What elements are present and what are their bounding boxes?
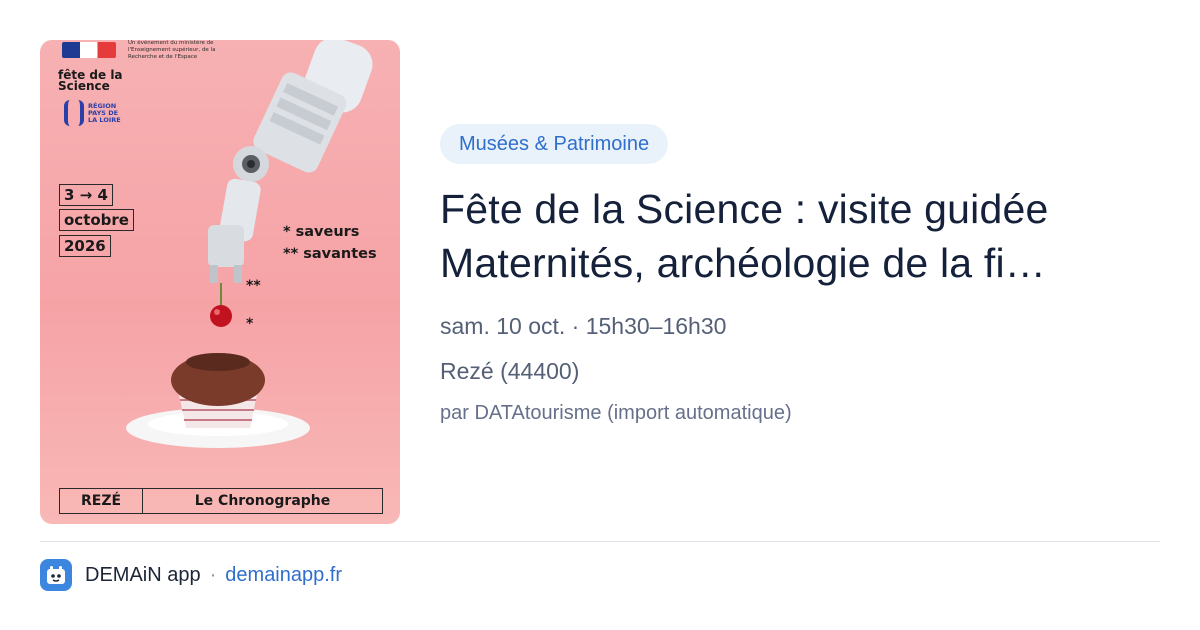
app-domain-link[interactable]: demainapp.fr <box>225 564 342 587</box>
footer-divider <box>40 541 1160 542</box>
event-poster-image: Un événement du ministère de l'Enseignem… <box>40 40 400 524</box>
footer-separator: · <box>209 563 217 586</box>
demain-app-icon <box>40 559 72 591</box>
poster-date-year: 2026 <box>59 235 111 257</box>
event-datetime: sam. 10 oct. · 15h30–16h30 <box>440 313 727 339</box>
poster-ministry-text: Un événement du ministère de l'Enseignem… <box>128 40 216 60</box>
app-name: DEMAiN app <box>85 563 201 586</box>
poster-tagline-line1: * saveurs <box>283 224 360 240</box>
event-preview-card[interactable]: Un événement du ministère de l'Enseignem… <box>0 0 1200 630</box>
poster-tagline-line2: ** savantes <box>283 246 377 262</box>
region-mark-icon <box>64 100 84 126</box>
card-footer: DEMAiN app · demainapp.fr <box>40 559 342 591</box>
region-text: RÉGION PAYS DE LA LOIRE <box>88 101 121 124</box>
poster-date-month: octobre <box>59 209 134 231</box>
poster-footer-place: REZÉ <box>60 489 143 513</box>
poster-footer-venue: Le Chronographe <box>194 493 331 509</box>
poster-asterisk-double: ** <box>246 278 261 294</box>
poster-footer: REZÉ Le Chronographe <box>59 488 383 514</box>
republique-francaise-logo <box>62 42 116 58</box>
event-location: Rezé (44400) <box>440 358 580 384</box>
region-logo: RÉGION PAYS DE LA LOIRE <box>64 100 128 126</box>
poster-asterisk-single: * <box>246 316 254 332</box>
event-source: par DATAtourisme (import automatique) <box>440 402 792 424</box>
poster-tagline: * saveurs ** savantes <box>283 221 377 265</box>
event-title[interactable]: Fête de la Science : visite guidée Mater… <box>440 182 1160 290</box>
poster-festival-logo: fête de la Science <box>58 68 123 93</box>
poster-date-days: 3 → 4 <box>59 184 113 206</box>
category-badge[interactable]: Musées & Patrimoine <box>440 124 669 164</box>
